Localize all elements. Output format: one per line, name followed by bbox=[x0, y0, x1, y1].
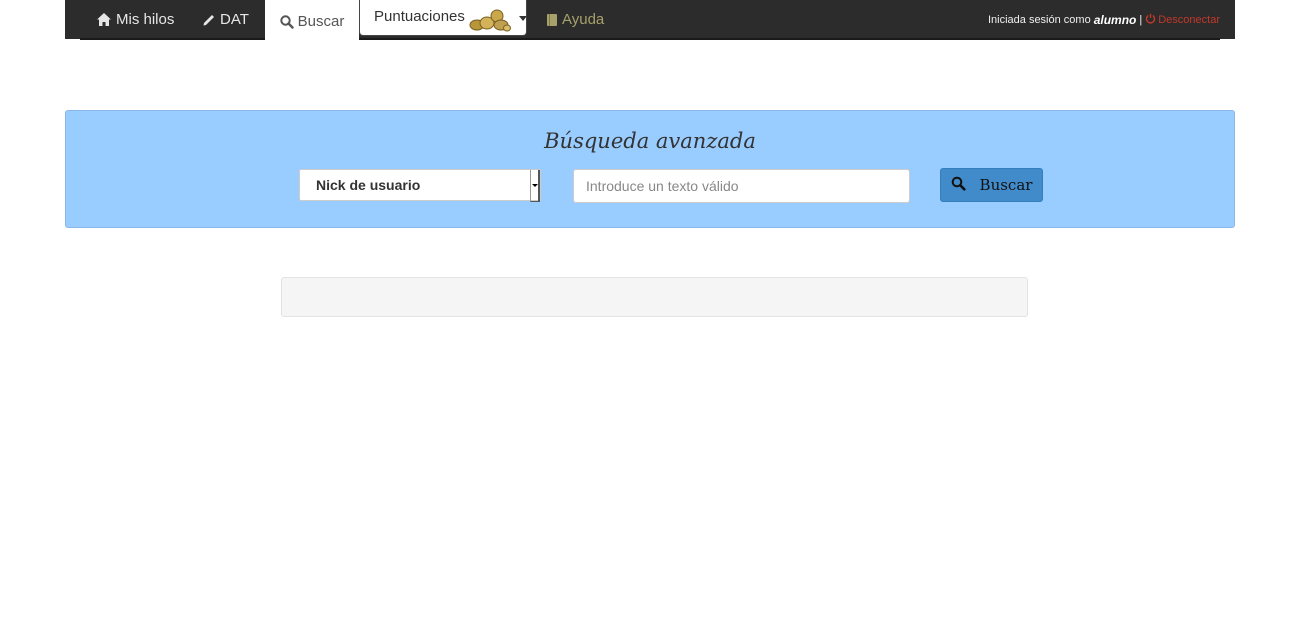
book-icon bbox=[546, 13, 558, 27]
logout-link[interactable]: Desconectar bbox=[1145, 13, 1220, 27]
select-arrow-icon bbox=[530, 170, 540, 202]
coins-icon bbox=[469, 8, 511, 32]
nav-item-label: Mis hilos bbox=[116, 11, 175, 28]
session-username: alumno bbox=[1093, 12, 1137, 27]
search-field-select[interactable]: Nick de usuario bbox=[299, 169, 541, 202]
nav-item-dat[interactable]: DAT bbox=[202, 0, 249, 39]
nav-item-puntuaciones[interactable]: Puntuaciones bbox=[359, 0, 527, 36]
panel-title: Búsqueda avanzada bbox=[544, 129, 756, 153]
search-input[interactable] bbox=[573, 169, 910, 203]
chevron-down-icon bbox=[518, 16, 527, 21]
nav-item-mis-hilos[interactable]: Mis hilos bbox=[96, 0, 174, 39]
nav-item-buscar[interactable]: Buscar bbox=[265, 0, 359, 41]
nav-item-ayuda[interactable]: Ayuda bbox=[546, 0, 604, 39]
results-well bbox=[281, 277, 1028, 317]
logout-label: Desconectar bbox=[1158, 13, 1220, 26]
nav-item-label: Buscar bbox=[297, 13, 345, 30]
advanced-search-panel: Búsqueda avanzada Nick de usuario Buscar bbox=[65, 110, 1235, 228]
session-info: Iniciada sesión como alumno | Desconecta… bbox=[988, 0, 1220, 39]
select-value: Nick de usuario bbox=[316, 177, 421, 193]
pencil-icon bbox=[202, 13, 216, 27]
session-prefix: Iniciada sesión como bbox=[987, 13, 1091, 26]
session-separator: | bbox=[1139, 13, 1143, 26]
search-icon bbox=[279, 14, 294, 29]
nav-item-label: DAT bbox=[220, 11, 249, 28]
search-icon bbox=[951, 176, 966, 195]
power-icon bbox=[1145, 13, 1156, 27]
home-icon bbox=[96, 12, 112, 27]
search-button[interactable]: Buscar bbox=[940, 168, 1043, 202]
nav-item-label: Puntuaciones bbox=[374, 8, 465, 25]
search-button-label: Buscar bbox=[979, 176, 1033, 194]
nav-item-label: Ayuda bbox=[562, 11, 605, 28]
